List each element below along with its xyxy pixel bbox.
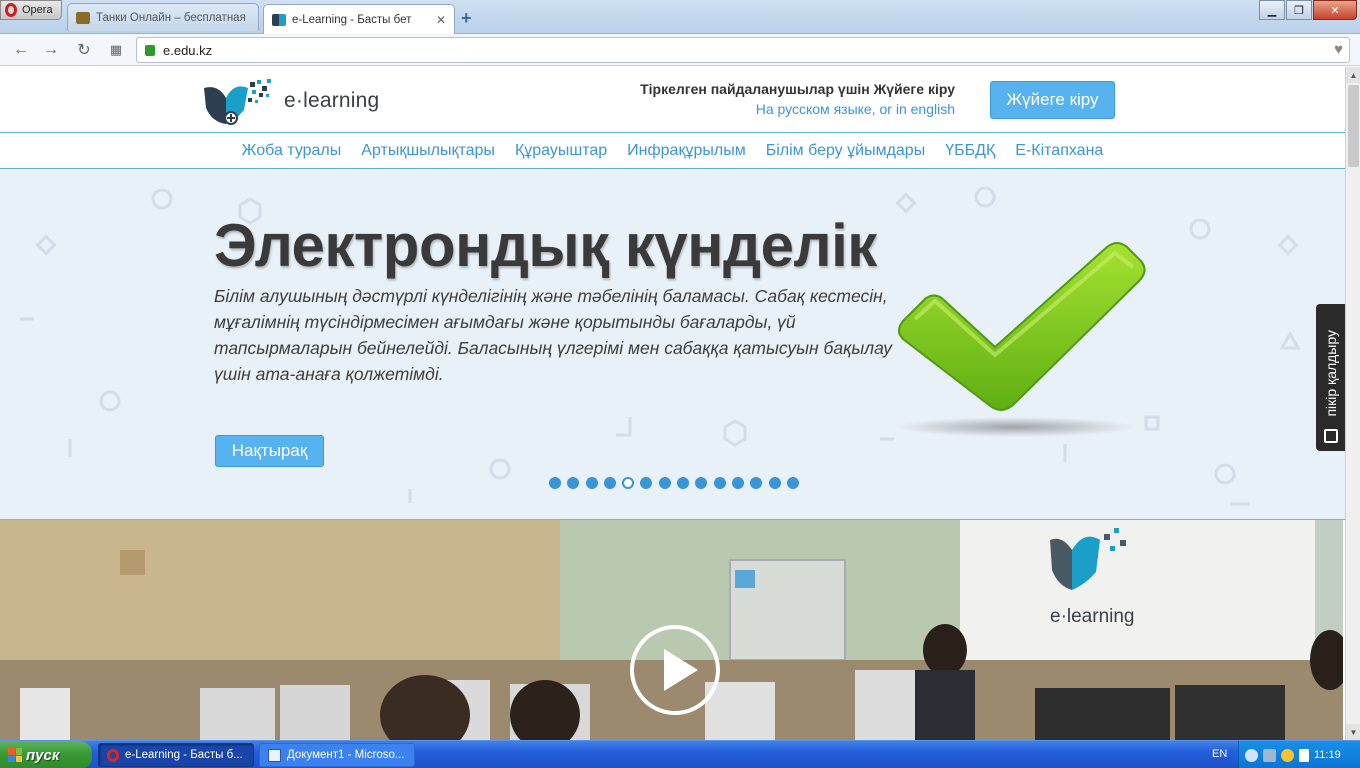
address-input[interactable]: e.edu.kz ♥ (136, 37, 1350, 63)
new-tab-button[interactable]: + (461, 8, 472, 29)
start-label: пуск (26, 746, 60, 764)
slider-dot[interactable] (622, 477, 635, 489)
hero-title: Электрондық күнделік (214, 212, 877, 279)
play-button[interactable] (630, 625, 720, 715)
opera-menu-label: Opera (22, 4, 53, 16)
browser-tab-elearning[interactable]: e-Learning - Басты бет ✕ (263, 4, 455, 34)
slider-dot[interactable] (640, 477, 653, 489)
slider-dot[interactable] (658, 477, 671, 489)
login-title: Тіркелген пайдаланушылар үшін Жүйеге кір… (640, 81, 955, 97)
slider-dot[interactable] (603, 477, 616, 489)
scroll-up-icon[interactable]: ▲ (1346, 67, 1360, 83)
more-button[interactable]: Нақтырақ (215, 435, 324, 467)
url-text: e.edu.kz (163, 42, 213, 58)
word-document-icon (268, 748, 281, 762)
language-links: На русском языке, or in english (640, 101, 955, 117)
tray-app-icon[interactable] (1281, 748, 1294, 762)
taskbar-item-word[interactable]: Документ1 - Microso... (259, 743, 415, 767)
feedback-icon (1323, 429, 1338, 443)
tab-label: e-Learning - Басты бет (292, 13, 412, 26)
tab-label: Танки Онлайн – бесплатная (96, 11, 246, 24)
lang-en-link[interactable]: or in english (880, 101, 956, 117)
network-icon[interactable] (1263, 748, 1276, 762)
scroll-down-icon[interactable]: ▼ (1346, 724, 1360, 740)
lang-ru-link[interactable]: На русском языке (756, 101, 872, 117)
browser-tab-tanki[interactable]: Танки Онлайн – бесплатная (67, 3, 259, 31)
forward-arrow-icon[interactable]: → (40, 39, 62, 61)
menu-item-library[interactable]: Е-Кітапхана (1015, 142, 1103, 160)
feedback-label: пікір қалдыру (1322, 330, 1339, 417)
minimize-button[interactable]: ▁ (1259, 0, 1285, 20)
menu-item-advantages[interactable]: Артықшылықтары (361, 142, 495, 160)
opera-logo-icon (5, 3, 17, 17)
menu-item-organizations[interactable]: Білім беру ұйымдары (766, 142, 926, 160)
maximize-button[interactable]: ❐ (1286, 0, 1312, 20)
checkmark-icon (895, 242, 1146, 437)
tank-favicon-icon (76, 11, 90, 24)
lang-separator: , (871, 101, 880, 117)
elearning-logo-icon (204, 79, 271, 125)
slider-dot[interactable] (549, 477, 561, 489)
video-section: e·learning (0, 520, 1343, 740)
windows-taskbar: пуск e-Learning - Басты б... Документ1 -… (0, 740, 1360, 768)
video-logo-text: e·learning (1050, 606, 1135, 627)
elearning-favicon-icon (272, 13, 286, 26)
taskbar-item-label: Документ1 - Microso... (287, 749, 405, 761)
site-header: e·learning Тіркелген пайдаланушылар үшін… (0, 67, 1345, 133)
play-icon (664, 649, 698, 691)
lock-icon (145, 44, 155, 56)
tray-back-icon[interactable] (1245, 748, 1258, 762)
hero-slider: Электрондық күнделік Білім алушының дәст… (0, 169, 1345, 520)
slider-dot[interactable] (713, 477, 726, 489)
main-menu: Жоба туралы Артықшылықтары Құрауыштар Ин… (0, 134, 1345, 169)
back-arrow-icon[interactable]: ← (10, 39, 32, 61)
menu-item-about[interactable]: Жоба туралы (242, 142, 342, 160)
taskbar-item-opera[interactable]: e-Learning - Басты б... (98, 743, 254, 767)
login-info: Тіркелген пайдаланушылар үшін Жүйеге кір… (640, 81, 955, 117)
close-window-button[interactable]: ✕ (1313, 0, 1357, 20)
speed-dial-grid-icon[interactable]: ▦ (105, 39, 127, 61)
page-scrollbar[interactable]: ▲ ▼ (1345, 67, 1360, 740)
menu-item-infrastructure[interactable]: Инфрақұрылым (627, 142, 746, 160)
browser-tab-bar: Opera Танки Онлайн – бесплатная e-Learni… (0, 0, 1360, 34)
scroll-thumb[interactable] (1348, 85, 1359, 167)
slider-dot[interactable] (567, 477, 580, 489)
logo-text: e·learning (284, 89, 380, 112)
slider-dot[interactable] (768, 477, 781, 489)
site-logo[interactable]: e·learning (204, 75, 394, 127)
slider-dot[interactable] (750, 477, 763, 489)
windows-flag-icon (8, 748, 22, 762)
opera-menu-button[interactable]: Opera (0, 0, 62, 20)
slider-dot[interactable] (786, 477, 799, 489)
heart-icon[interactable]: ♥ (1334, 41, 1343, 58)
slider-dot[interactable] (731, 477, 744, 489)
slider-dot[interactable] (695, 477, 708, 489)
menu-item-components[interactable]: Құрауыштар (515, 142, 607, 160)
slider-dot[interactable] (677, 477, 690, 489)
language-indicator[interactable]: EN (1212, 748, 1227, 760)
slider-dot[interactable] (585, 477, 598, 489)
clock[interactable]: 11:19 (1314, 749, 1341, 761)
close-tab-icon[interactable]: ✕ (436, 13, 446, 27)
slider-pagination (549, 477, 799, 489)
menu-item-ubbdk[interactable]: ҮББДҚ (945, 142, 995, 160)
browser-nav-bar: ← → ↻ ▦ e.edu.kz ♥ (0, 34, 1360, 66)
taskbar-item-label: e-Learning - Басты б... (125, 749, 243, 761)
opera-icon (107, 748, 119, 762)
system-tray: 11:19 (1238, 741, 1360, 768)
login-button[interactable]: Жүйеге кіру (990, 81, 1115, 119)
feedback-tab[interactable]: пікір қалдыру (1316, 304, 1345, 451)
reload-icon[interactable]: ↻ (73, 39, 95, 61)
signal-icon[interactable] (1299, 748, 1309, 762)
hero-description: Білім алушының дәстүрлі күнделігінің жән… (214, 286, 892, 384)
start-button[interactable]: пуск (0, 741, 92, 768)
